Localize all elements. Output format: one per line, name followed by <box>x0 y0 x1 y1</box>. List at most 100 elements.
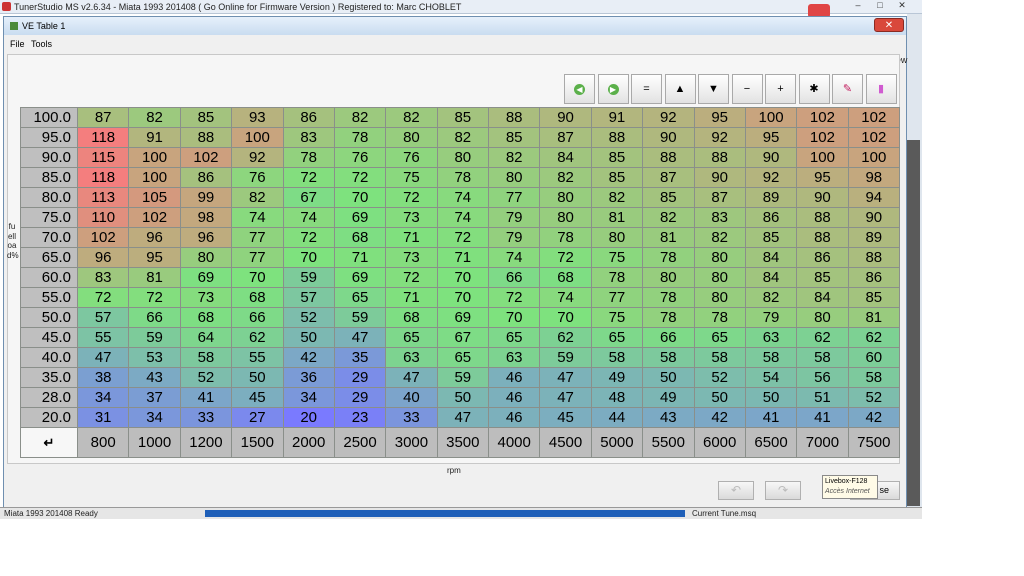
ve-cell[interactable]: 89 <box>847 227 901 248</box>
load-bin-cell[interactable]: 85.0 <box>20 167 78 188</box>
ve-cell[interactable]: 69 <box>333 267 387 288</box>
ve-cell[interactable]: 95 <box>693 107 746 128</box>
ve-cell[interactable]: 85 <box>847 287 901 308</box>
ve-cell[interactable]: 73 <box>385 247 438 268</box>
ve-cell[interactable]: 59 <box>436 367 490 388</box>
ve-cell[interactable]: 46 <box>487 387 541 408</box>
ve-cell[interactable]: 80 <box>693 287 746 308</box>
ve-cell[interactable]: 88 <box>487 107 541 128</box>
pen-button[interactable]: ✎ <box>832 74 863 104</box>
decrease-button[interactable]: ▼ <box>698 74 729 104</box>
ve-cell[interactable]: 64 <box>179 327 233 348</box>
ve-cell[interactable]: 62 <box>796 327 849 348</box>
ve-cell[interactable]: 84 <box>744 247 798 268</box>
ve-cell[interactable]: 86 <box>179 167 233 188</box>
ve-cell[interactable]: 102 <box>847 127 901 148</box>
ve-cell[interactable]: 81 <box>847 307 901 328</box>
ve-cell[interactable]: 65 <box>590 327 644 348</box>
load-bin-cell[interactable]: 75.0 <box>20 207 78 228</box>
ve-cell[interactable]: 102 <box>179 147 233 168</box>
ve-cell[interactable]: 96 <box>76 247 130 268</box>
ve-cell[interactable]: 58 <box>179 347 233 368</box>
dialog-close-button[interactable]: ✕ <box>874 18 904 32</box>
ve-cell[interactable]: 102 <box>847 107 901 128</box>
ve-cell[interactable]: 74 <box>231 207 284 228</box>
ve-cell[interactable]: 43 <box>128 367 181 388</box>
ve-cell[interactable]: 87 <box>693 187 746 208</box>
ve-cell[interactable]: 72 <box>436 227 490 248</box>
ve-cell[interactable]: 96 <box>179 227 233 248</box>
ve-cell[interactable]: 67 <box>282 187 335 208</box>
ve-cell[interactable]: 100 <box>744 107 798 128</box>
ve-cell[interactable]: 92 <box>693 127 746 148</box>
rpm-bin-cell[interactable]: 5500 <box>642 427 695 458</box>
ve-cell[interactable]: 110 <box>76 207 130 228</box>
color-button[interactable]: ▮ <box>865 74 897 104</box>
ve-cell[interactable]: 29 <box>333 367 387 388</box>
ve-cell[interactable]: 85 <box>796 267 849 288</box>
ve-cell[interactable]: 63 <box>385 347 438 368</box>
ve-cell[interactable]: 59 <box>128 327 181 348</box>
ve-cell[interactable]: 86 <box>282 107 335 128</box>
ve-cell[interactable]: 52 <box>179 367 233 388</box>
ve-cell[interactable]: 70 <box>436 287 490 308</box>
ve-cell[interactable]: 102 <box>796 107 849 128</box>
ve-cell[interactable]: 75 <box>590 307 644 328</box>
ve-cell[interactable]: 59 <box>333 307 387 328</box>
ve-cell[interactable]: 88 <box>642 147 695 168</box>
ve-cell[interactable]: 75 <box>385 167 438 188</box>
ve-cell[interactable]: 82 <box>231 187 284 208</box>
ve-cell[interactable]: 78 <box>642 287 695 308</box>
ve-cell[interactable]: 80 <box>693 267 746 288</box>
ve-cell[interactable]: 45 <box>231 387 284 408</box>
ve-cell[interactable]: 73 <box>179 287 233 308</box>
ve-cell[interactable]: 89 <box>744 187 798 208</box>
ve-cell[interactable]: 88 <box>796 207 849 228</box>
ve-cell[interactable]: 92 <box>231 147 284 168</box>
ve-cell[interactable]: 79 <box>744 307 798 328</box>
ve-cell[interactable]: 84 <box>539 147 592 168</box>
ve-cell[interactable]: 62 <box>539 327 592 348</box>
ve-cell[interactable]: 94 <box>847 187 901 208</box>
ve-cell[interactable]: 78 <box>642 247 695 268</box>
rpm-bin-cell[interactable]: 3000 <box>385 427 438 458</box>
rpm-bin-cell[interactable]: 1000 <box>128 427 181 458</box>
ve-cell[interactable]: 68 <box>231 287 284 308</box>
ve-cell[interactable]: 96 <box>128 227 181 248</box>
rpm-bin-cell[interactable]: 6000 <box>693 427 746 458</box>
ve-cell[interactable]: 66 <box>642 327 695 348</box>
ve-cell[interactable]: 87 <box>642 167 695 188</box>
subtract-button[interactable]: − <box>731 74 763 104</box>
ve-cell[interactable]: 81 <box>642 227 695 248</box>
ve-cell[interactable]: 86 <box>796 247 849 268</box>
rpm-bin-cell[interactable]: 1500 <box>231 427 284 458</box>
ve-cell[interactable]: 88 <box>179 127 233 148</box>
ve-cell[interactable]: 50 <box>693 387 746 408</box>
ve-cell[interactable]: 33 <box>385 407 438 428</box>
app-scrollbar[interactable] <box>907 140 920 506</box>
load-bin-cell[interactable]: 20.0 <box>20 407 78 428</box>
ve-cell[interactable]: 88 <box>693 147 746 168</box>
ve-cell[interactable]: 82 <box>436 127 490 148</box>
ve-cell[interactable]: 37 <box>128 387 181 408</box>
ve-cell[interactable]: 85 <box>179 107 233 128</box>
ve-cell[interactable]: 82 <box>333 107 387 128</box>
ve-cell[interactable]: 78 <box>282 147 335 168</box>
rpm-bin-cell[interactable]: 2000 <box>282 427 335 458</box>
ve-cell[interactable]: 71 <box>333 247 387 268</box>
load-bin-cell[interactable]: 45.0 <box>20 327 78 348</box>
ve-cell[interactable]: 113 <box>76 187 130 208</box>
ve-cell[interactable]: 46 <box>487 407 541 428</box>
ve-cell[interactable]: 52 <box>693 367 746 388</box>
ve-cell[interactable]: 102 <box>128 207 181 228</box>
ve-cell[interactable]: 73 <box>385 207 438 228</box>
rpm-bin-cell[interactable]: 4500 <box>539 427 592 458</box>
load-bin-cell[interactable]: 35.0 <box>20 367 78 388</box>
ve-cell[interactable]: 65 <box>436 347 490 368</box>
ve-cell[interactable]: 72 <box>128 287 181 308</box>
back-button[interactable]: ◀ <box>564 74 595 104</box>
redo-button[interactable]: ↷ <box>765 481 801 500</box>
ve-cell[interactable]: 35 <box>333 347 387 368</box>
ve-cell[interactable]: 66 <box>487 267 541 288</box>
ve-cell[interactable]: 98 <box>179 207 233 228</box>
